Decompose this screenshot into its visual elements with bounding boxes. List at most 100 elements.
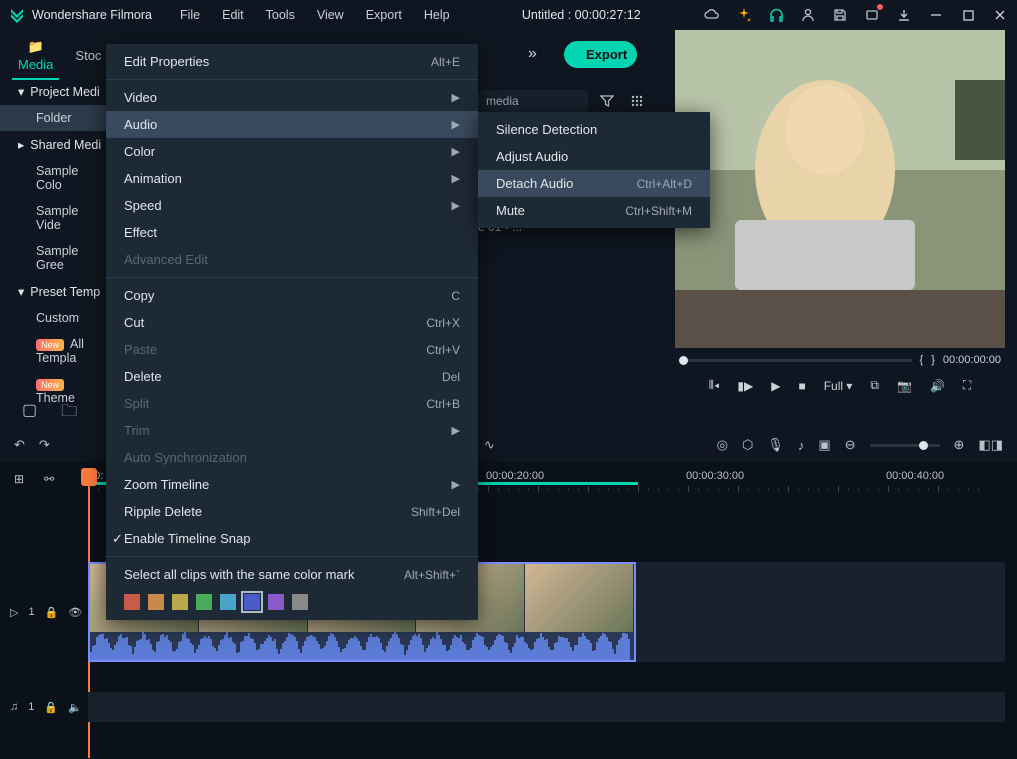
audio-track-icon[interactable]: ♫	[10, 701, 18, 713]
preview-video[interactable]	[675, 30, 1005, 348]
brace-left[interactable]: {	[920, 354, 924, 366]
target-icon[interactable]: ◎	[717, 437, 728, 453]
sidebar-group-preset-templates[interactable]: ▾Preset Temp	[0, 278, 115, 305]
color-swatch[interactable]	[196, 594, 212, 610]
timeline-panel-icon[interactable]: ◧◨	[978, 437, 1003, 453]
window-close-icon[interactable]	[991, 9, 1009, 21]
tab-stock[interactable]: Stoc	[69, 38, 107, 71]
submenu-silence-detection[interactable]: Silence Detection	[478, 116, 710, 143]
ctx-enable-timeline-snap[interactable]: ✓Enable Timeline Snap	[106, 525, 478, 552]
scrubber-thumb[interactable]	[679, 356, 688, 365]
save-icon[interactable]	[831, 6, 849, 24]
audio-wave-icon[interactable]: ∿	[484, 437, 495, 453]
display-icon[interactable]: ⧉	[870, 378, 879, 393]
visibility-icon[interactable]: 👁	[68, 606, 82, 619]
lock-icon[interactable]: 🔒	[45, 606, 59, 619]
audio-track-head: ♫ 1 🔒 🔈	[0, 692, 88, 722]
next-frame-icon[interactable]: ▶	[771, 379, 780, 393]
sidebar-item-sample-video[interactable]: Sample Vide	[0, 198, 115, 238]
tab-media[interactable]: 📁 Media	[12, 29, 59, 80]
redo-icon[interactable]: ↷	[39, 437, 50, 453]
color-swatch[interactable]	[244, 594, 260, 610]
video-track-icon[interactable]: ▷	[10, 606, 18, 619]
ctx-edit-properties[interactable]: Edit PropertiesAlt+E	[106, 48, 478, 75]
window-minimize-icon[interactable]	[927, 9, 945, 21]
filter-icon[interactable]	[600, 94, 618, 108]
sidebar-item-folder[interactable]: Folder	[0, 105, 115, 131]
link-icon[interactable]: ⚯	[44, 472, 54, 486]
sidebar-group-shared-media[interactable]: ▸Shared Medi	[0, 131, 115, 158]
user-icon[interactable]	[799, 6, 817, 24]
stop-icon[interactable]: ■	[798, 379, 805, 393]
menu-tools[interactable]: Tools	[256, 4, 305, 26]
playhead-handle[interactable]	[81, 468, 97, 486]
volume-icon[interactable]: 🔊	[930, 379, 945, 393]
color-swatch[interactable]	[268, 594, 284, 610]
ctx-cut[interactable]: CutCtrl+X	[106, 309, 478, 336]
download-icon[interactable]	[895, 6, 913, 24]
mic-icon[interactable]: 🎙	[767, 437, 784, 453]
media-search-input[interactable]: media	[478, 90, 588, 112]
mute-icon[interactable]: 🔈	[68, 701, 82, 714]
audio-track[interactable]	[88, 692, 1005, 722]
shield-icon[interactable]: ⬡	[742, 437, 753, 453]
ctx-copy[interactable]: CopyC	[106, 282, 478, 309]
grid-view-icon[interactable]	[630, 94, 648, 108]
ctx-select-all-clips-with-the-same-color-mark[interactable]: Select all clips with the same color mar…	[106, 561, 478, 588]
ctx-ripple-delete[interactable]: Ripple DeleteShift+Del	[106, 498, 478, 525]
ctx-zoom-timeline[interactable]: Zoom Timeline▶	[106, 471, 478, 498]
sidebar-item-sample-color[interactable]: Sample Colo	[0, 158, 115, 198]
brace-right[interactable]: }	[931, 354, 935, 366]
ctx-delete[interactable]: DeleteDel	[106, 363, 478, 390]
color-swatch[interactable]	[148, 594, 164, 610]
ctx-color[interactable]: Color▶	[106, 138, 478, 165]
zoom-out-icon[interactable]: ⊖	[845, 437, 856, 453]
quality-selector[interactable]: Full ▾	[824, 379, 853, 393]
play-icon[interactable]: ▮▶	[737, 379, 753, 393]
submenu-adjust-audio[interactable]: Adjust Audio	[478, 143, 710, 170]
submenu-detach-audio[interactable]: Detach AudioCtrl+Alt+D	[478, 170, 710, 197]
fullscreen-icon[interactable]: ⛶	[963, 378, 971, 393]
music-icon[interactable]: ♪	[798, 438, 805, 453]
ctx-video[interactable]: Video▶	[106, 84, 478, 111]
snapshot-icon[interactable]: 📷	[897, 379, 912, 393]
crop-icon[interactable]: ▣	[818, 437, 830, 453]
color-swatch[interactable]	[172, 594, 188, 610]
undo-icon[interactable]: ↶	[14, 437, 25, 453]
folder-icon[interactable]: 🗀	[61, 400, 77, 427]
ctx-audio[interactable]: Audio▶	[106, 111, 478, 138]
menu-file[interactable]: File	[170, 4, 210, 26]
lock-icon[interactable]: 🔒	[44, 701, 58, 714]
color-swatch[interactable]	[292, 594, 308, 610]
sidebar-item-all-templates[interactable]: NewAll Templa	[0, 331, 115, 371]
ctx-speed[interactable]: Speed▶	[106, 192, 478, 219]
menu-help[interactable]: Help	[414, 4, 460, 26]
zoom-slider[interactable]	[870, 444, 940, 447]
headphones-icon[interactable]	[767, 6, 785, 24]
menu-view[interactable]: View	[307, 4, 354, 26]
menu-edit[interactable]: Edit	[212, 4, 254, 26]
ctx-animation[interactable]: Animation▶	[106, 165, 478, 192]
color-swatch[interactable]	[124, 594, 140, 610]
window-maximize-icon[interactable]	[959, 10, 977, 21]
ctx-effect[interactable]: Effect	[106, 219, 478, 246]
menubar: File Edit Tools View Export Help	[170, 4, 460, 26]
zoom-in-icon[interactable]: ⊕	[954, 437, 965, 453]
prev-frame-icon[interactable]: ⦀◂	[709, 378, 720, 393]
sidebar-item-custom[interactable]: Custom	[0, 305, 115, 331]
scrubber-track[interactable]	[679, 359, 912, 362]
export-button[interactable]: Export	[564, 41, 637, 68]
menu-export[interactable]: Export	[356, 4, 412, 26]
zoom-thumb[interactable]	[919, 441, 928, 450]
color-swatch[interactable]	[220, 594, 236, 610]
sidebar-group-project-media[interactable]: ▾Project Medi	[0, 78, 115, 105]
notification-icon[interactable]	[863, 6, 881, 24]
sparkle-icon[interactable]	[735, 6, 753, 24]
expand-chevron-icon[interactable]: »	[528, 45, 537, 63]
new-folder-icon[interactable]: ▢	[22, 400, 37, 427]
submenu-mute[interactable]: MuteCtrl+Shift+M	[478, 197, 710, 224]
cloud-icon[interactable]	[703, 6, 721, 24]
clip-audio-waveform	[90, 632, 634, 660]
add-track-icon[interactable]: ⊞	[14, 472, 24, 486]
sidebar-item-sample-green[interactable]: Sample Gree	[0, 238, 115, 278]
